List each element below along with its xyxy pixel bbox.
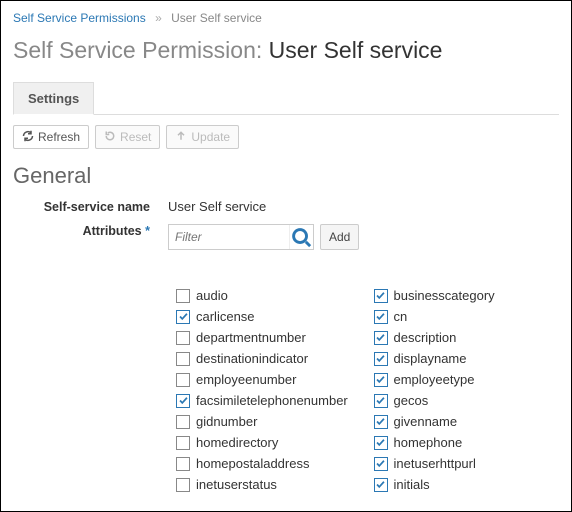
attribute-name: audio bbox=[196, 288, 228, 303]
attribute-checkbox[interactable] bbox=[374, 457, 388, 471]
refresh-button[interactable]: Refresh bbox=[13, 125, 89, 149]
attribute-name: gecos bbox=[394, 393, 429, 408]
attribute-checkbox[interactable] bbox=[374, 436, 388, 450]
update-button[interactable]: Update bbox=[166, 125, 239, 149]
attribute-name: businesscategory bbox=[394, 288, 495, 303]
attribute-checkbox[interactable] bbox=[374, 289, 388, 303]
attribute-name: gidnumber bbox=[196, 414, 257, 429]
attribute-item: destinationindicator bbox=[176, 351, 366, 366]
attribute-name: destinationindicator bbox=[196, 351, 308, 366]
attribute-checkbox[interactable] bbox=[176, 415, 190, 429]
attribute-name: initials bbox=[394, 477, 430, 492]
breadcrumb: Self Service Permissions » User Self ser… bbox=[13, 11, 559, 25]
attribute-item: carlicense bbox=[176, 309, 366, 324]
search-icon[interactable] bbox=[289, 225, 313, 249]
attribute-checkbox[interactable] bbox=[176, 436, 190, 450]
attribute-item: inetuserstatus bbox=[176, 477, 366, 492]
attribute-item: homepostaladdress bbox=[176, 456, 366, 471]
breadcrumb-link[interactable]: Self Service Permissions bbox=[13, 11, 146, 25]
attribute-item: audio bbox=[176, 288, 366, 303]
attribute-item: businesscategory bbox=[374, 288, 564, 303]
attribute-checkbox[interactable] bbox=[374, 478, 388, 492]
selfservice-name-value: User Self service bbox=[168, 199, 559, 214]
attribute-checkbox[interactable] bbox=[374, 394, 388, 408]
update-icon bbox=[175, 130, 187, 144]
refresh-icon bbox=[22, 130, 34, 144]
attribute-name: homepostaladdress bbox=[196, 456, 309, 471]
attribute-checkbox[interactable] bbox=[374, 310, 388, 324]
attribute-checkbox[interactable] bbox=[374, 331, 388, 345]
attribute-checkbox[interactable] bbox=[176, 352, 190, 366]
attribute-item: employeenumber bbox=[176, 372, 366, 387]
attribute-name: facsimiletelephonenumber bbox=[196, 393, 348, 408]
attribute-checkbox[interactable] bbox=[374, 352, 388, 366]
attributes-label: Attributes * bbox=[13, 224, 168, 238]
attribute-name: homephone bbox=[394, 435, 463, 450]
filter-input[interactable] bbox=[169, 225, 289, 249]
refresh-label: Refresh bbox=[38, 131, 80, 143]
attribute-checkbox[interactable] bbox=[176, 394, 190, 408]
reset-label: Reset bbox=[120, 131, 151, 143]
attribute-name: employeetype bbox=[394, 372, 475, 387]
attribute-name: displayname bbox=[394, 351, 467, 366]
attribute-checkbox[interactable] bbox=[374, 415, 388, 429]
attribute-name: description bbox=[394, 330, 457, 345]
attributes-list[interactable]: audio businesscategory carlicense cn departm… bbox=[176, 288, 563, 510]
reset-button[interactable]: Reset bbox=[95, 125, 160, 149]
add-button[interactable]: Add bbox=[320, 224, 359, 250]
attribute-item: gecos bbox=[374, 393, 564, 408]
attribute-name: inetuserhttpurl bbox=[394, 456, 476, 471]
attribute-item: departmentnumber bbox=[176, 330, 366, 345]
attribute-name: homedirectory bbox=[196, 435, 278, 450]
attribute-name: givenname bbox=[394, 414, 458, 429]
attribute-checkbox[interactable] bbox=[176, 478, 190, 492]
attribute-item: gidnumber bbox=[176, 414, 366, 429]
selfservice-name-label: Self-service name bbox=[13, 200, 168, 214]
attribute-item: cn bbox=[374, 309, 564, 324]
page-title: Self Service Permission: User Self servi… bbox=[13, 37, 559, 64]
section-general: General bbox=[13, 163, 559, 189]
attribute-checkbox[interactable] bbox=[374, 373, 388, 387]
filter-box bbox=[168, 224, 314, 250]
attribute-item: description bbox=[374, 330, 564, 345]
attribute-checkbox[interactable] bbox=[176, 310, 190, 324]
attribute-item: displayname bbox=[374, 351, 564, 366]
attribute-item: givenname bbox=[374, 414, 564, 429]
attribute-name: cn bbox=[394, 309, 408, 324]
title-value: User Self service bbox=[269, 37, 443, 63]
attribute-item: homedirectory bbox=[176, 435, 366, 450]
attribute-name: carlicense bbox=[196, 309, 255, 324]
required-icon: * bbox=[145, 224, 150, 238]
tab-settings[interactable]: Settings bbox=[13, 82, 94, 115]
breadcrumb-separator-icon: » bbox=[155, 11, 162, 25]
update-label: Update bbox=[191, 131, 230, 143]
attribute-checkbox[interactable] bbox=[176, 373, 190, 387]
attribute-checkbox[interactable] bbox=[176, 289, 190, 303]
attribute-name: departmentnumber bbox=[196, 330, 306, 345]
attribute-item: inetuserhttpurl bbox=[374, 456, 564, 471]
attribute-name: inetuserstatus bbox=[196, 477, 277, 492]
attribute-checkbox[interactable] bbox=[176, 331, 190, 345]
attribute-item: initials bbox=[374, 477, 564, 492]
attribute-checkbox[interactable] bbox=[176, 457, 190, 471]
attribute-item: homephone bbox=[374, 435, 564, 450]
title-prefix: Self Service Permission: bbox=[13, 37, 269, 63]
attribute-item: facsimiletelephonenumber bbox=[176, 393, 366, 408]
toolbar: Refresh Reset Update bbox=[13, 125, 559, 149]
reset-icon bbox=[104, 130, 116, 144]
attribute-item: employeetype bbox=[374, 372, 564, 387]
tabs: Settings bbox=[13, 82, 559, 115]
attribute-name: employeenumber bbox=[196, 372, 296, 387]
breadcrumb-current: User Self service bbox=[171, 11, 262, 25]
